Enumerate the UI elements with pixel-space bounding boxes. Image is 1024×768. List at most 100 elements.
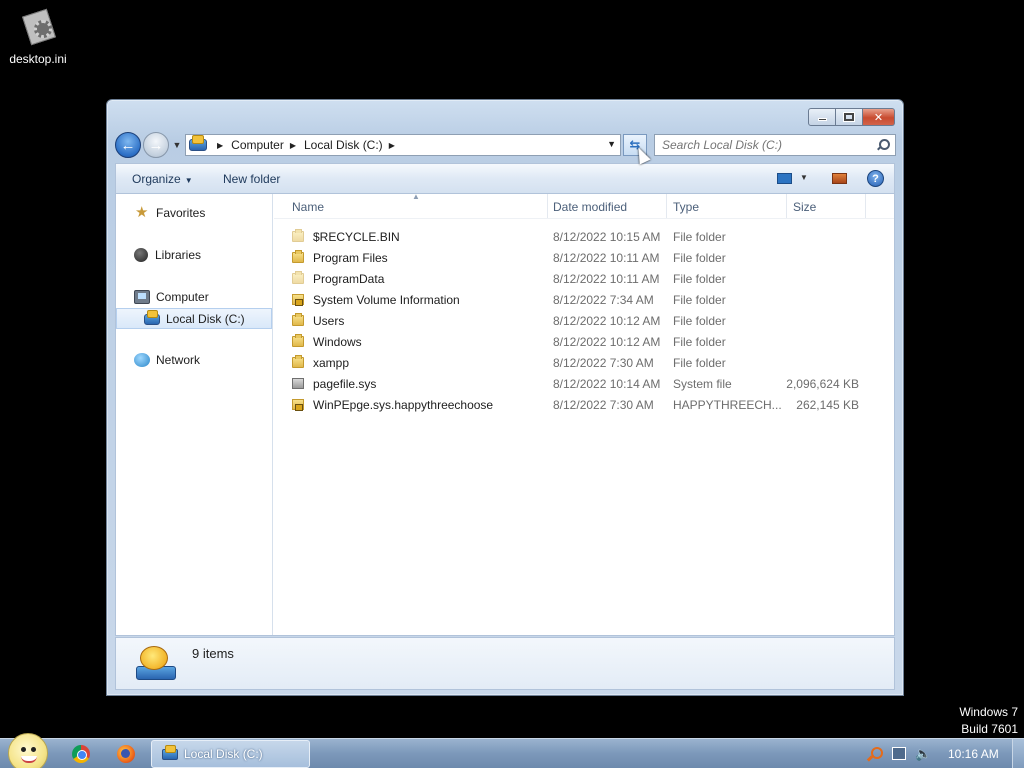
breadcrumb-computer[interactable]: Computer — [231, 138, 284, 152]
item-count: 9 items — [192, 646, 234, 661]
file-name: xampp — [313, 356, 350, 370]
nav-item-label: Favorites — [156, 206, 206, 220]
column-headers: ▲ Name Date modified Type Size — [274, 192, 894, 219]
desktop-icon-desktop-ini[interactable]: desktop.ini — [4, 6, 72, 66]
file-name: ProgramData — [313, 272, 385, 286]
organize-button[interactable]: Organize ▼ — [132, 172, 193, 186]
windows-watermark: Windows 7 Build 7601 — [959, 704, 1018, 738]
address-dropdown-icon[interactable]: ▼ — [607, 139, 616, 149]
breadcrumb-local-disk[interactable]: Local Disk (C:) — [304, 138, 383, 152]
file-type: System file — [673, 377, 732, 391]
folder-icon — [292, 313, 304, 326]
back-button[interactable]: ← — [115, 132, 141, 158]
file-row[interactable]: $RECYCLE.BIN 8/12/2022 10:15 AM File fol… — [274, 226, 894, 247]
organize-label: Organize — [132, 172, 181, 186]
drive-icon — [189, 135, 207, 151]
file-row[interactable]: Windows 8/12/2022 10:12 AM File folder — [274, 331, 894, 352]
breadcrumb-arrow-icon[interactable]: ▶ — [217, 141, 223, 150]
nav-item-label: Network — [156, 353, 201, 367]
volume-icon[interactable]: 🔈 — [915, 746, 931, 762]
system-file-icon — [292, 378, 304, 389]
computer-icon — [134, 290, 150, 304]
file-date: 8/12/2022 10:14 AM — [553, 377, 661, 391]
start-button[interactable] — [8, 733, 48, 768]
file-type: File folder — [673, 251, 726, 265]
folder-icon — [292, 229, 304, 242]
file-name: Windows — [313, 335, 362, 349]
clock[interactable]: 10:16 AM — [948, 747, 999, 761]
settings-file-icon — [18, 6, 58, 46]
taskbar: Local Disk (C:) 🔈 10:16 AM — [0, 733, 1024, 768]
nav-item-favorites[interactable]: Favorites — [134, 203, 206, 221]
search-input[interactable] — [662, 138, 872, 152]
nav-item-label: Computer — [156, 290, 209, 304]
search-box — [654, 134, 896, 156]
file-row[interactable]: Users 8/12/2022 10:12 AM File folder — [274, 310, 894, 331]
explorer-body: Favorites Libraries Computer Local Disk … — [115, 192, 895, 636]
locked-folder-icon — [292, 294, 304, 306]
column-divider[interactable] — [547, 194, 548, 218]
file-row[interactable]: WinPEpge.sys.happythreechoose 8/12/2022 … — [274, 394, 894, 415]
network-tray-icon[interactable] — [892, 747, 906, 760]
sort-arrow-icon: ▲ — [412, 192, 420, 201]
explorer-window: ✕ ← → ▼ ▶ Computer ▶ Local Disk (C:) ▶ ▼… — [106, 99, 904, 696]
breadcrumb-arrow-icon[interactable]: ▶ — [290, 141, 296, 150]
file-list: ▲ Name Date modified Type Size $RECYCLE.… — [274, 192, 894, 635]
file-row[interactable]: ProgramData 8/12/2022 10:11 AM File fold… — [274, 268, 894, 289]
nav-item-computer[interactable]: Computer — [134, 290, 209, 304]
address-bar[interactable]: ▶ Computer ▶ Local Disk (C:) ▶ ▼ — [185, 134, 621, 156]
column-header-type[interactable]: Type — [673, 200, 699, 214]
search-icon[interactable] — [875, 138, 890, 152]
chrome-icon[interactable] — [72, 745, 90, 763]
file-name: WinPEpge.sys.happythreechoose — [313, 398, 494, 412]
recent-pages-button[interactable]: ▼ — [171, 138, 183, 152]
drive-icon — [144, 309, 160, 325]
file-name: $RECYCLE.BIN — [313, 230, 400, 244]
nav-item-local-disk[interactable]: Local Disk (C:) — [144, 309, 245, 326]
column-header-name[interactable]: Name — [292, 200, 324, 214]
file-name: Program Files — [313, 251, 388, 265]
maximize-button[interactable] — [836, 108, 863, 126]
taskbar-item-local-disk[interactable]: Local Disk (C:) — [151, 740, 310, 768]
new-folder-button[interactable]: New folder — [223, 172, 280, 186]
help-button[interactable]: ? — [867, 170, 884, 187]
file-row[interactable]: pagefile.sys 8/12/2022 10:14 AM System f… — [274, 373, 894, 394]
desktop: desktop.ini Windows 7 Build 7601 ✕ ← → ▼… — [0, 0, 1024, 768]
folder-icon — [292, 250, 304, 263]
tray-search-icon[interactable] — [866, 746, 883, 762]
preview-pane-icon[interactable] — [832, 173, 847, 184]
minimize-button[interactable] — [808, 108, 836, 126]
file-date: 8/12/2022 10:12 AM — [553, 314, 661, 328]
locked-file-icon — [292, 399, 304, 411]
close-button[interactable]: ✕ — [863, 108, 895, 126]
network-icon — [134, 353, 150, 367]
column-header-size[interactable]: Size — [793, 200, 816, 214]
maximize-icon — [844, 113, 854, 121]
caption-buttons: ✕ — [808, 108, 895, 126]
drive-icon — [162, 744, 178, 760]
column-header-date[interactable]: Date modified — [553, 200, 627, 214]
column-divider[interactable] — [865, 194, 866, 218]
file-row[interactable]: xampp 8/12/2022 7:30 AM File folder — [274, 352, 894, 373]
more-options-icon[interactable]: ▼ — [800, 173, 808, 182]
file-row[interactable]: Program Files 8/12/2022 10:11 AM File fo… — [274, 247, 894, 268]
change-view-icon[interactable] — [777, 173, 792, 184]
file-type: File folder — [673, 314, 726, 328]
command-bar: Organize ▼ New folder ▼ ? — [115, 163, 895, 193]
breadcrumb-arrow-icon[interactable]: ▶ — [389, 141, 395, 150]
file-row[interactable]: System Volume Information 8/12/2022 7:34… — [274, 289, 894, 310]
nav-item-libraries[interactable]: Libraries — [134, 248, 201, 262]
show-desktop-button[interactable] — [1012, 739, 1024, 768]
file-type: File folder — [673, 230, 726, 244]
forward-button[interactable]: → — [143, 132, 169, 158]
file-name: System Volume Information — [313, 293, 460, 307]
nav-item-network[interactable]: Network — [134, 353, 200, 367]
column-divider[interactable] — [666, 194, 667, 218]
file-date: 8/12/2022 7:30 AM — [553, 398, 654, 412]
file-date: 8/12/2022 7:30 AM — [553, 356, 654, 370]
firefox-icon[interactable] — [117, 745, 135, 763]
file-date: 8/12/2022 7:34 AM — [553, 293, 654, 307]
file-size: 262,145 KB — [796, 398, 859, 412]
column-divider[interactable] — [786, 194, 787, 218]
navigation-pane: Favorites Libraries Computer Local Disk … — [116, 194, 273, 635]
